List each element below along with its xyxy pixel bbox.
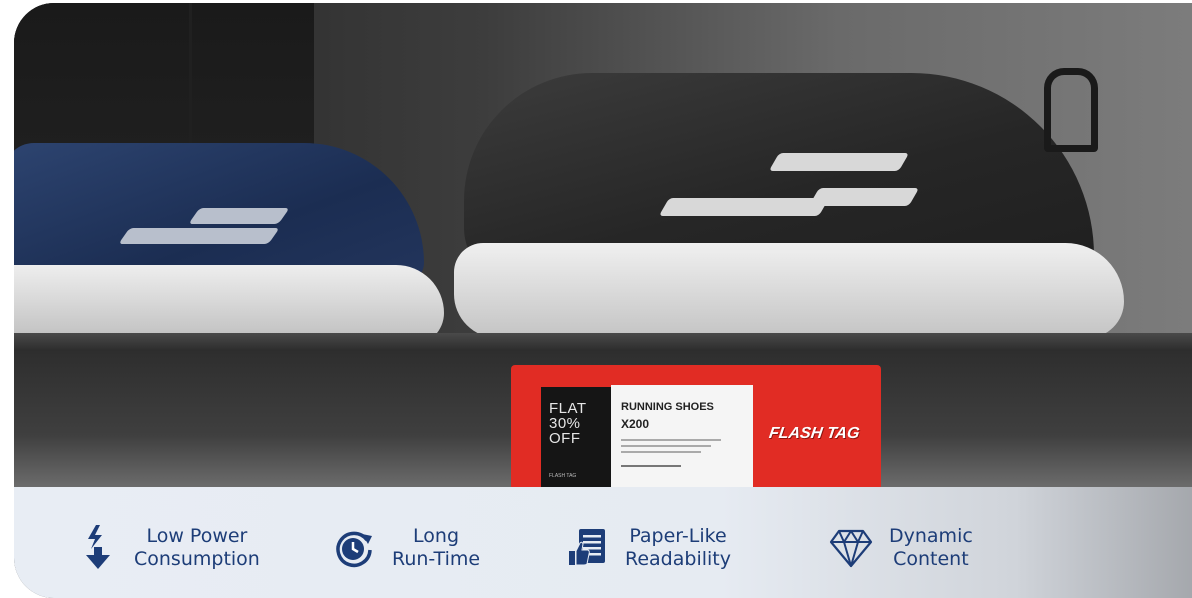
feature-bar: Low Power Consumption Long Run-Time Pape… bbox=[14, 487, 1192, 598]
black-shoe-stripe bbox=[658, 198, 830, 216]
feature-paper-like: Paper-Like Readability bbox=[567, 525, 731, 571]
feature-long-runtime: Long Run-Time bbox=[334, 525, 480, 571]
black-shoe-heel-loop bbox=[1044, 68, 1098, 152]
black-shoe-stripe bbox=[768, 153, 910, 171]
tag-fine-print bbox=[621, 451, 701, 453]
feature-label: Paper-Like Readability bbox=[625, 525, 731, 571]
tag-fine-print bbox=[621, 439, 721, 441]
black-shoe-stripe bbox=[808, 188, 920, 206]
lightning-download-icon bbox=[84, 525, 112, 571]
tag-offer-panel: FLAT 30% OFF FLASH TAG bbox=[541, 387, 611, 487]
feature-label: Dynamic Content bbox=[889, 525, 973, 571]
black-shoe-sole bbox=[454, 243, 1124, 338]
diamond-icon bbox=[829, 528, 873, 568]
hero-photo: FLAT 30% OFF FLASH TAG RUNNING SHOES X20… bbox=[14, 3, 1192, 598]
feature-label-line2: Readability bbox=[625, 548, 731, 570]
feature-label: Low Power Consumption bbox=[134, 525, 260, 571]
feature-label-line1: Long bbox=[413, 525, 460, 547]
flash-tag-logo: FLASH TAG bbox=[767, 425, 861, 442]
tag-product-model: X200 bbox=[621, 417, 650, 431]
feature-label-line2: Content bbox=[893, 548, 969, 570]
feature-label-line1: Dynamic bbox=[889, 525, 973, 547]
tag-fine-print bbox=[621, 465, 681, 467]
clock-refresh-icon bbox=[334, 528, 374, 568]
document-thumb-icon bbox=[567, 527, 609, 569]
feature-label-line2: Run-Time bbox=[392, 548, 481, 570]
shelf-top bbox=[14, 333, 1192, 351]
blue-shoe-stripe bbox=[188, 208, 290, 224]
blue-shoe-stripe bbox=[118, 228, 280, 244]
feature-low-power: Low Power Consumption bbox=[84, 525, 260, 571]
feature-label-line2: Consumption bbox=[134, 548, 260, 570]
tag-product-panel: RUNNING SHOES X200 bbox=[611, 385, 753, 487]
feature-label-line1: Paper-Like bbox=[629, 525, 727, 547]
tag-fine-print bbox=[621, 445, 711, 447]
electronic-price-tag: FLAT 30% OFF FLASH TAG RUNNING SHOES X20… bbox=[511, 365, 881, 490]
tag-offer-text: FLAT 30% OFF bbox=[549, 400, 587, 447]
feature-label-line1: Low Power bbox=[146, 525, 248, 547]
tag-brand-mini: FLASH TAG bbox=[549, 473, 577, 479]
feature-dynamic-content: Dynamic Content bbox=[829, 525, 973, 571]
tag-product-title: RUNNING SHOES bbox=[621, 401, 714, 413]
feature-label: Long Run-Time bbox=[392, 525, 480, 571]
